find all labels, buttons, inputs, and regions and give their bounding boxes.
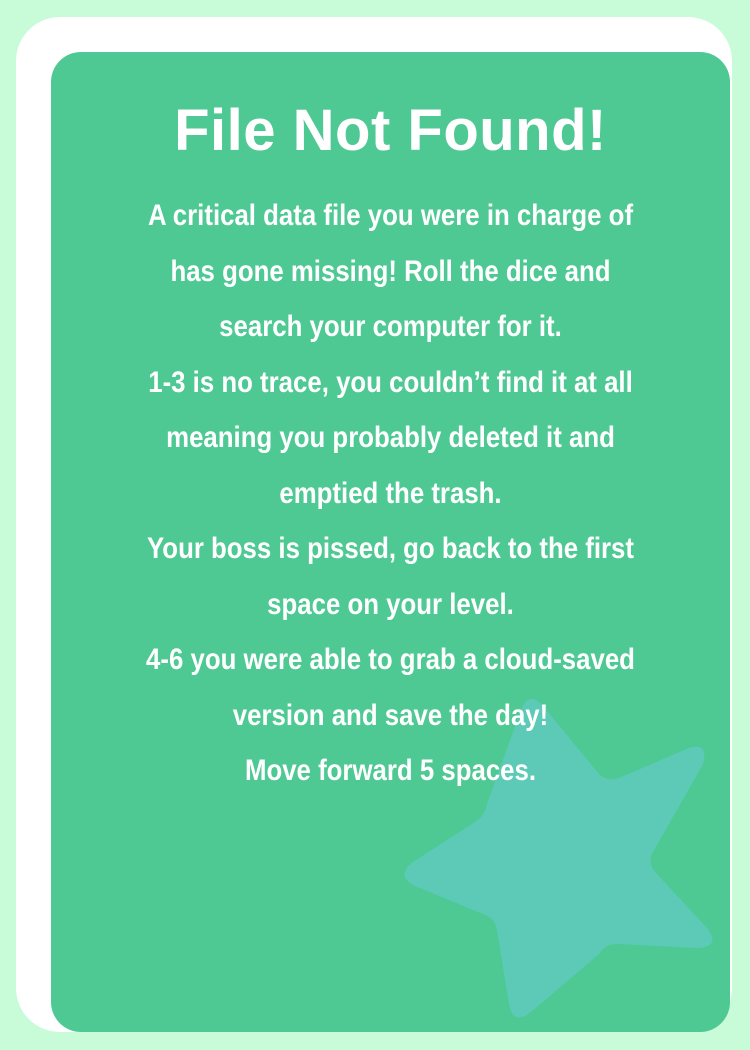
description-line: space on your level. [267, 587, 514, 621]
description-line: emptied the trash. [279, 476, 502, 510]
card-border: File Not Found! A critical data file you… [16, 17, 732, 1032]
description-line: version and save the day! [232, 698, 549, 732]
game-card: File Not Found! A critical data file you… [51, 52, 730, 1032]
description-line: 4-6 you were able to grab a cloud-saved [146, 643, 635, 676]
description-line: search your computer for it. [219, 310, 562, 343]
description-line: A critical data file you were in charge … [147, 199, 634, 232]
card-description: A critical data file you were in charge … [99, 188, 683, 799]
description-line: Move forward 5 spaces. [244, 754, 537, 787]
description-line: has gone missing! Roll the dice and [170, 254, 611, 288]
description-line: Your boss is pissed, go back to the firs… [147, 532, 634, 565]
card-title: File Not Found! [174, 98, 607, 163]
description-line: meaning you probably deleted it and [166, 421, 615, 454]
description-line: 1-3 is no trace, you couldn’t find it at… [148, 365, 633, 399]
